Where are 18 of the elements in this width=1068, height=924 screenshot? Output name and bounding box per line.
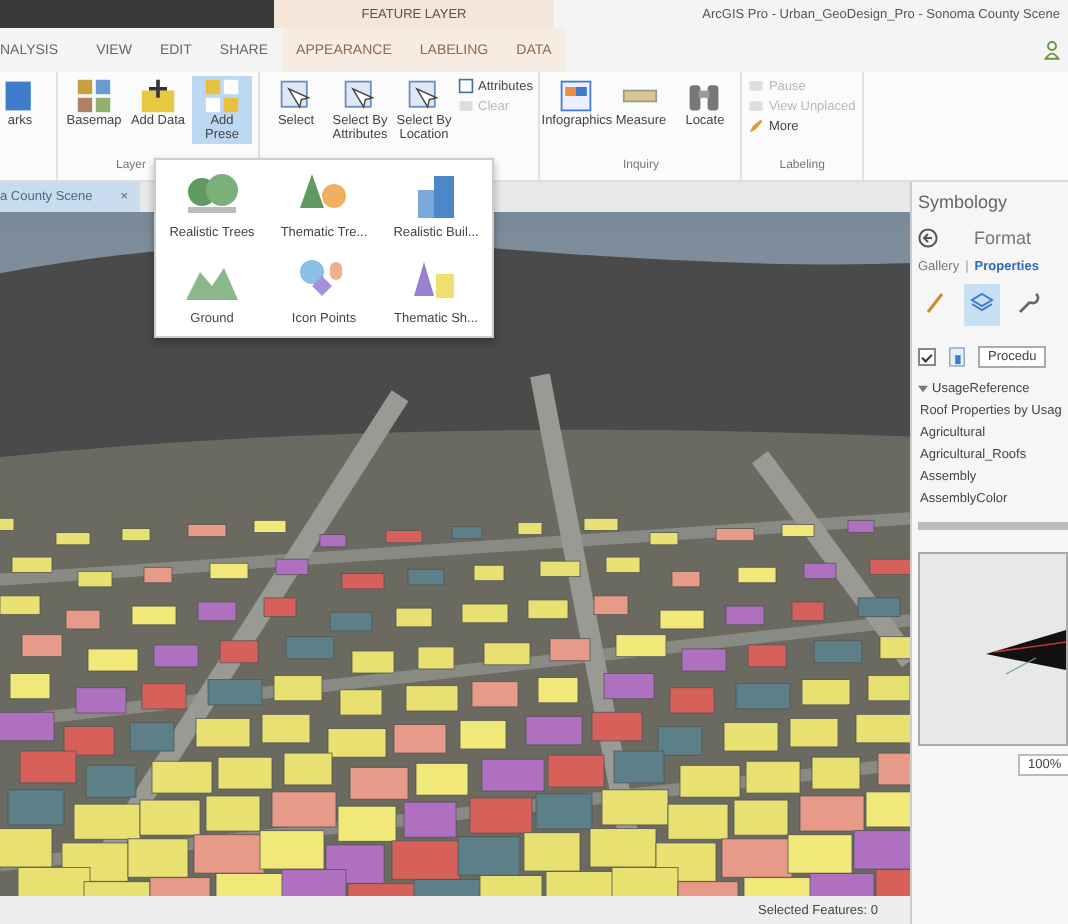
infographic-icon <box>558 78 595 114</box>
layers-icon[interactable] <box>964 284 1000 326</box>
back-icon[interactable] <box>918 228 938 248</box>
select-map-icon <box>406 78 442 114</box>
pane-heading: Format <box>974 228 1032 248</box>
checkbox[interactable] <box>918 348 936 366</box>
select-table-icon <box>342 78 378 114</box>
basemap-icon <box>76 78 112 114</box>
pencil-icon <box>748 118 765 134</box>
layer-icon[interactable] <box>948 346 966 368</box>
pane-title: Symbology <box>918 192 1010 212</box>
table-icon <box>458 78 474 94</box>
add-data-icon <box>140 78 176 114</box>
user-icon[interactable] <box>1044 40 1060 60</box>
scrollbar[interactable] <box>918 522 1068 530</box>
select-cursor-icon <box>278 78 314 114</box>
expanded-caret-icon[interactable] <box>918 384 928 394</box>
grid-icon <box>204 78 240 114</box>
